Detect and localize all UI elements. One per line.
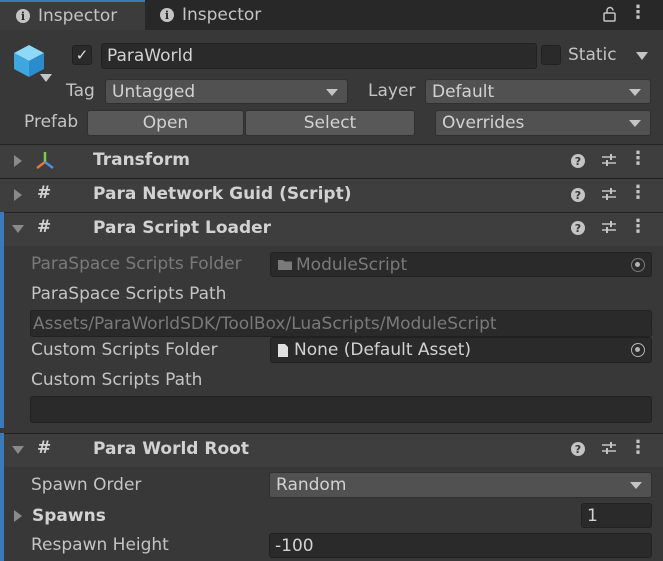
paraspace-path-field: Assets/ParaWorldSDK/ToolBox/LuaScripts/M… [30,310,652,337]
prefab-open-button[interactable]: Open [87,110,244,136]
custom-folder-label: Custom Scripts Folder [31,340,218,360]
paraspace-path-label: ParaSpace Scripts Path [31,284,227,304]
tab-menu-icon[interactable]: ⋮ [628,4,648,22]
component-title: Transform [93,150,190,170]
foldout-arrow-icon[interactable] [14,189,22,201]
layer-label: Layer [368,81,416,101]
layer-dropdown[interactable]: Default [425,79,651,104]
prefab-overrides-dropdown[interactable]: Overrides [435,110,651,136]
spawn-order-dropdown[interactable]: Random [269,472,652,498]
tab-inspector-secondary[interactable]: i Inspector [146,0,296,30]
chevron-down-icon [629,120,641,127]
custom-folder-field[interactable]: None (Default Asset) [270,337,652,363]
icon-dropdown-arrow-icon[interactable] [40,74,52,82]
component-title: Para World Root [93,439,249,459]
info-icon: i [160,8,174,22]
respawn-height-label: Respawn Height [31,535,169,555]
tab-inspector-active[interactable]: i Inspector [0,0,145,30]
help-icon[interactable]: ? [571,154,585,168]
foldout-arrow-icon[interactable] [12,446,24,454]
static-dropdown-arrow-icon[interactable] [636,52,648,60]
component-title: Para Network Guid (Script) [93,184,352,204]
lock-icon[interactable] [602,6,618,22]
info-icon: i [16,9,30,23]
script-icon: # [37,438,52,458]
respawn-height-field[interactable]: -100 [269,533,652,558]
static-checkbox[interactable] [541,45,561,65]
foldout-arrow-icon[interactable] [12,225,24,233]
component-menu-icon[interactable]: ⋮ [628,184,648,202]
spawns-foldout-arrow-icon[interactable] [14,510,22,522]
paraspace-folder-label: ParaSpace Scripts Folder [31,254,242,274]
file-icon [278,343,288,357]
paraspace-folder-field: ModuleScript [270,252,652,277]
chevron-down-icon [326,88,338,96]
static-label: Static [568,45,617,65]
object-picker-icon[interactable] [631,343,645,357]
help-icon[interactable]: ? [571,221,585,235]
help-icon[interactable]: ? [571,188,585,202]
tab-label: Inspector [38,6,118,26]
help-icon[interactable]: ? [571,442,585,456]
custom-path-label: Custom Scripts Path [31,370,203,390]
component-menu-icon[interactable]: ⋮ [628,439,648,457]
prefab-label: Prefab [24,112,79,132]
active-toggle-checkbox[interactable]: ✓ [72,45,92,65]
script-icon: # [37,183,52,203]
spawns-label[interactable]: Spawns [32,506,106,526]
tag-label: Tag [66,81,95,101]
presets-icon[interactable] [601,153,617,167]
tab-label: Inspector [182,5,262,25]
presets-icon[interactable] [601,220,617,234]
chevron-down-icon [629,88,641,96]
presets-icon[interactable] [601,187,617,201]
component-menu-icon[interactable]: ⋮ [628,218,648,236]
selection-accent-bar [0,433,4,561]
component-menu-icon[interactable]: ⋮ [628,150,648,168]
transform-icon [36,152,54,169]
object-picker-icon [631,257,645,272]
object-name-field[interactable]: ParaWorld [101,43,537,69]
folder-icon [278,260,292,270]
tag-dropdown[interactable]: Untagged [105,79,348,104]
chevron-down-icon [630,482,642,489]
spawn-order-label: Spawn Order [31,475,142,495]
script-icon: # [37,217,52,237]
checkmark-icon: ✓ [75,46,89,64]
foldout-arrow-icon[interactable] [14,155,22,167]
selection-accent-bar [0,212,4,428]
custom-path-field[interactable] [30,396,652,423]
presets-icon[interactable] [601,441,617,455]
component-title: Para Script Loader [93,218,272,238]
prefab-select-button[interactable]: Select [245,110,415,136]
spawns-size-field[interactable]: 1 [581,503,652,528]
